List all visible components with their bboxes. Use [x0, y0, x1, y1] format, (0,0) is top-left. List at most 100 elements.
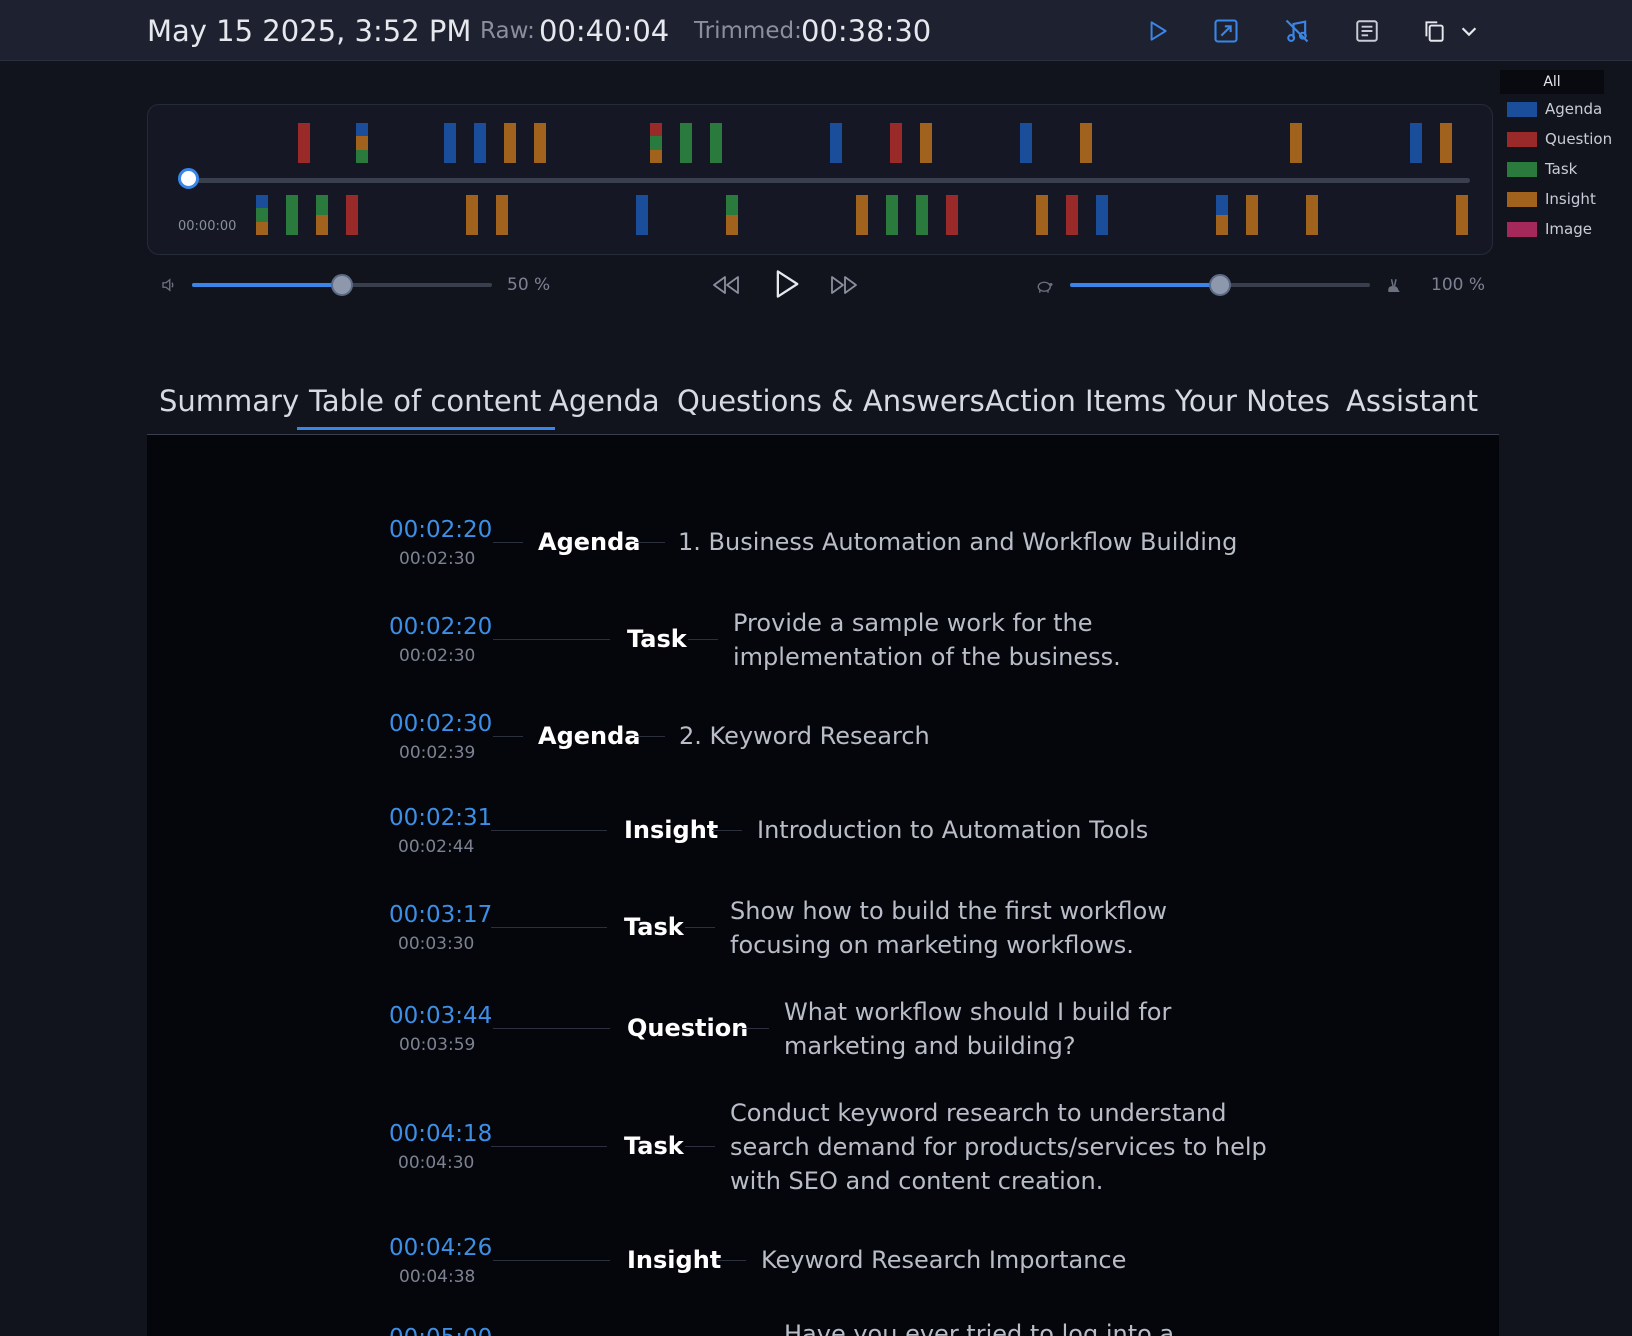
legend-label: Image [1545, 220, 1592, 238]
timeline-marker[interactable] [1456, 195, 1468, 235]
tab-action-items[interactable]: Action Items [985, 384, 1166, 418]
legend-item-image[interactable]: Image [1507, 214, 1632, 244]
tab-assistant[interactable]: Assistant [1346, 384, 1478, 418]
toc-category: Agenda [538, 722, 641, 750]
timeline-marker[interactable] [1080, 123, 1092, 163]
legend-swatch [1507, 161, 1537, 177]
toc-connector [493, 1028, 610, 1029]
toc-start-time[interactable]: 00:03:44 [389, 1003, 492, 1029]
toc-text: Conduct keyword research to understand s… [730, 1099, 1267, 1195]
timeline-marker[interactable] [680, 123, 692, 163]
tab-your-notes[interactable]: Your Notes [1175, 384, 1330, 418]
legend-item-insight[interactable]: Insight [1507, 184, 1632, 214]
timeline-marker[interactable] [636, 195, 648, 235]
playhead-handle[interactable] [178, 168, 199, 189]
legend-item-agenda[interactable]: Agenda [1507, 94, 1632, 124]
toc-start-time[interactable]: 00:02:31 [389, 805, 492, 831]
volume-icon[interactable] [158, 274, 180, 296]
timeline-marker[interactable] [1306, 195, 1318, 235]
turtle-slow-icon[interactable] [1034, 275, 1056, 297]
timeline-marker[interactable] [650, 123, 662, 163]
timeline-marker[interactable] [1020, 123, 1032, 163]
toc-start-time[interactable]: 00:04:18 [389, 1121, 492, 1147]
timeline-marker[interactable] [474, 123, 486, 163]
rabbit-fast-icon[interactable] [1382, 275, 1404, 297]
play-icon[interactable] [1140, 14, 1174, 48]
toc-start-time[interactable]: 00:03:17 [389, 902, 492, 928]
toc-start-time[interactable]: 00:05:00 [389, 1325, 492, 1336]
timeline-marker[interactable] [1440, 123, 1452, 163]
timeline-start-time: 00:00:00 [178, 219, 237, 234]
timeline-marker[interactable] [298, 123, 310, 163]
chevron-down-icon[interactable] [1452, 14, 1486, 48]
timeline-marker[interactable] [710, 123, 722, 163]
tab-questions-answers[interactable]: Questions & Answers [677, 384, 985, 418]
toc-connector [493, 1260, 610, 1261]
toc-end-time: 00:03:59 [399, 1035, 476, 1055]
toc-text: Keyword Research Importance [761, 1246, 1127, 1274]
document-icon[interactable] [1350, 14, 1384, 48]
timeline[interactable]: 00:00:00 [147, 104, 1493, 255]
music-off-icon[interactable] [1280, 14, 1314, 48]
tab-agenda[interactable]: Agenda [549, 384, 660, 418]
timeline-marker[interactable] [1246, 195, 1258, 235]
timeline-marker[interactable] [346, 195, 358, 235]
speed-slider-handle[interactable] [1209, 274, 1231, 296]
copy-icon[interactable] [1417, 14, 1451, 48]
timeline-marker[interactable] [256, 195, 268, 235]
toc-end-time: 00:02:44 [398, 837, 475, 857]
toc-end-time: 00:02:30 [399, 646, 476, 666]
timeline-marker[interactable] [886, 195, 898, 235]
timeline-marker[interactable] [466, 195, 478, 235]
rewind-icon[interactable] [710, 270, 742, 300]
toc-start-time[interactable]: 00:02:20 [389, 614, 492, 640]
timeline-marker[interactable] [1066, 195, 1078, 235]
legend-label: Insight [1545, 190, 1596, 208]
category-legend: All Agenda Question Task Insight Image [1500, 70, 1632, 244]
toc-end-time: 00:04:38 [399, 1267, 476, 1287]
timeline-marker[interactable] [534, 123, 546, 163]
timeline-marker[interactable] [1096, 195, 1108, 235]
legend-item-task[interactable]: Task [1507, 154, 1632, 184]
volume-slider-handle[interactable] [331, 274, 353, 296]
timeline-marker[interactable] [1290, 123, 1302, 163]
timeline-marker[interactable] [726, 195, 738, 235]
fit-screen-icon[interactable] [1209, 14, 1243, 48]
timeline-marker[interactable] [856, 195, 868, 235]
toc-start-time[interactable]: 00:02:30 [389, 711, 492, 737]
toc-connector [493, 736, 523, 737]
timeline-marker[interactable] [286, 195, 298, 235]
timeline-track[interactable] [184, 178, 1470, 183]
timeline-marker[interactable] [830, 123, 842, 163]
timeline-marker[interactable] [316, 195, 328, 235]
timeline-marker[interactable] [920, 123, 932, 163]
timeline-marker[interactable] [496, 195, 508, 235]
legend-all-button[interactable]: All [1500, 70, 1604, 94]
toc-text: 2. Keyword Research [679, 722, 930, 750]
timeline-marker[interactable] [916, 195, 928, 235]
toc-start-time[interactable]: 00:04:26 [389, 1235, 492, 1261]
toc-connector [491, 1146, 607, 1147]
timeline-marker[interactable] [1410, 123, 1422, 163]
tab-table-of-content[interactable]: Table of content [296, 384, 556, 430]
timeline-marker[interactable] [356, 123, 368, 163]
toc-connector [491, 927, 607, 928]
toc-category: Insight [627, 1246, 722, 1274]
toc-end-time: 00:04:30 [398, 1153, 475, 1173]
legend-label: Task [1545, 160, 1578, 178]
volume-percent: 50 % [507, 275, 551, 295]
raw-label: Raw: [480, 18, 535, 44]
timeline-marker[interactable] [1036, 195, 1048, 235]
timeline-marker[interactable] [890, 123, 902, 163]
tab-summary[interactable]: Summary [159, 384, 299, 418]
toc-start-time[interactable]: 00:02:20 [389, 517, 492, 543]
timeline-marker[interactable] [444, 123, 456, 163]
timeline-marker[interactable] [504, 123, 516, 163]
fast-forward-icon[interactable] [828, 270, 860, 300]
toc-connector [491, 830, 607, 831]
play-pause-icon[interactable] [770, 266, 804, 302]
legend-item-question[interactable]: Question [1507, 124, 1632, 154]
timeline-marker[interactable] [946, 195, 958, 235]
timeline-marker[interactable] [1216, 195, 1228, 235]
toc-connector [716, 1260, 746, 1261]
